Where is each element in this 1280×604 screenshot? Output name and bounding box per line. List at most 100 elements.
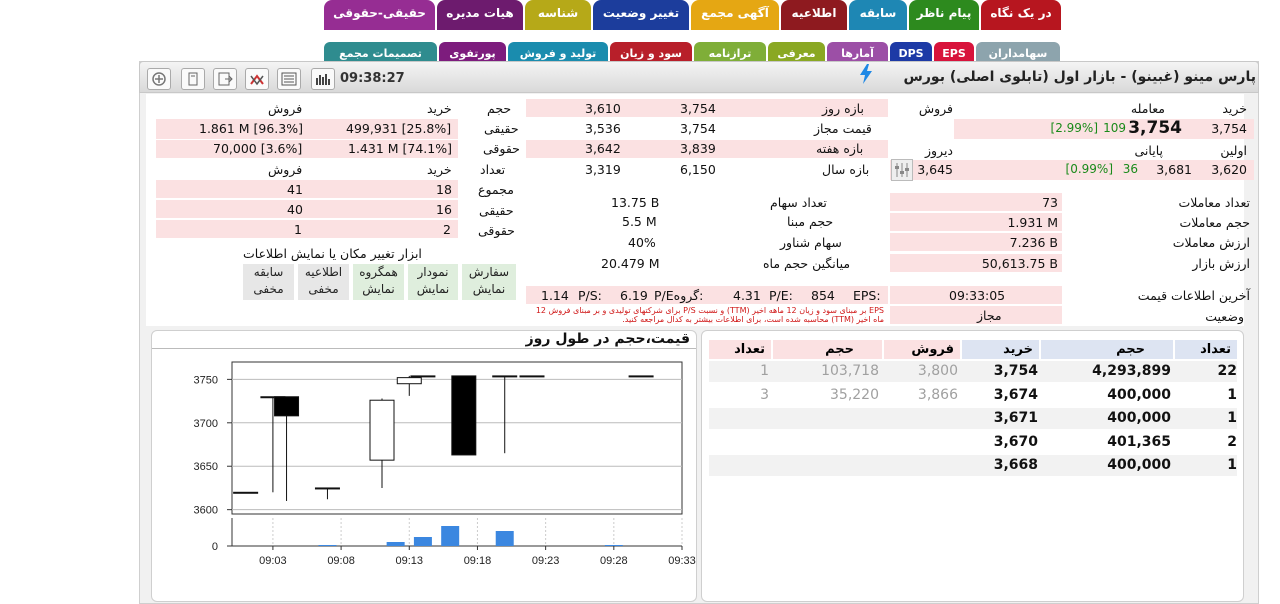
sell-header: فروش bbox=[268, 101, 303, 116]
stat-value: 1.931 M bbox=[1007, 215, 1058, 230]
share-label: سهام شناور bbox=[780, 235, 842, 250]
x-tick-label: 09:18 bbox=[464, 555, 492, 567]
count-row-buy: 16 bbox=[436, 202, 452, 217]
x-tick-label: 09:08 bbox=[327, 555, 355, 567]
price-volume-chart: 3600 3650 3700 3750 0 09:03 09:08 09:13 09:18 09:… bbox=[194, 361, 696, 567]
candle-body bbox=[314, 487, 340, 490]
tab-overview[interactable]: در یک نگاه bbox=[981, 0, 1061, 30]
ob-buy-count: 1 bbox=[1227, 386, 1237, 403]
state-value: مجاز bbox=[977, 308, 1002, 323]
stat-value: 7.236 B bbox=[1009, 235, 1058, 250]
trade-label: معامله bbox=[1130, 101, 1165, 116]
x-tick-label: 09:03 bbox=[259, 555, 287, 567]
tool-peers[interactable]: همگروه نمایش bbox=[353, 264, 404, 300]
legal-buy: 1.431 M [74.1%] bbox=[348, 141, 452, 156]
range-a: 3,754 bbox=[680, 101, 716, 116]
candle-body bbox=[628, 375, 654, 378]
ob-sell-volume: 103,718 bbox=[821, 363, 879, 379]
share-label: میانگین حجم ماه bbox=[763, 256, 851, 271]
volume-bar bbox=[441, 526, 460, 546]
ob-header-buy-price: خرید bbox=[962, 340, 1039, 359]
ob-header-sell-price: فروش bbox=[884, 340, 960, 359]
closing-label: پایانی bbox=[1134, 143, 1163, 158]
stat-label: ارزش معاملات bbox=[1172, 235, 1250, 250]
count-sell-header: فروش bbox=[268, 162, 303, 177]
real-label: حقیقی bbox=[484, 121, 519, 136]
range-b: 3,642 bbox=[585, 141, 621, 156]
candle-chart-icon[interactable] bbox=[311, 68, 335, 90]
add-icon[interactable] bbox=[147, 68, 171, 90]
slider-icon[interactable] bbox=[891, 159, 913, 181]
volume-bar bbox=[413, 537, 432, 546]
count-row-buy: 2 bbox=[443, 222, 451, 237]
eps-value: 854 bbox=[811, 288, 835, 303]
list-icon[interactable] bbox=[277, 68, 301, 90]
ob-buy-price: 3,674 bbox=[993, 386, 1038, 403]
count-row-label: مجموع bbox=[478, 182, 514, 197]
tab-history[interactable]: سابقه bbox=[849, 0, 907, 30]
document-icon[interactable] bbox=[181, 68, 205, 90]
volume-bar bbox=[386, 542, 405, 546]
range-label: بازه سال bbox=[822, 162, 870, 177]
yesterday-label: دیروز bbox=[924, 143, 953, 158]
range-a: 3,839 bbox=[680, 141, 716, 156]
tool-orders[interactable]: سفارش نمایش bbox=[462, 264, 516, 300]
share-value: 40% bbox=[628, 235, 656, 250]
ob-header-sell-volume: حجم bbox=[773, 340, 882, 359]
ob-sell-count: 1 bbox=[760, 363, 769, 379]
x-tick-label: 09:28 bbox=[600, 555, 628, 567]
tool-history[interactable]: سابقه مخفی bbox=[243, 264, 294, 300]
candle-body bbox=[410, 375, 436, 378]
legal-label: حقوقی bbox=[483, 141, 520, 156]
sell-label: فروش bbox=[918, 101, 953, 116]
count-row-buy: 18 bbox=[436, 182, 452, 197]
trade-price: 3,754 bbox=[1128, 118, 1182, 138]
ob-sell-price: 3,866 bbox=[917, 386, 958, 403]
ob-buy-price: 3,671 bbox=[993, 410, 1038, 426]
ob-buy-count: 1 bbox=[1227, 410, 1237, 426]
count-label: تعداد bbox=[480, 162, 506, 177]
tab-identity[interactable]: شناسه bbox=[525, 0, 591, 30]
ps-value: 1.14 bbox=[541, 288, 569, 303]
range-b: 3,319 bbox=[585, 162, 621, 177]
volume-bar bbox=[318, 545, 337, 546]
ob-header-sell-count: تعداد bbox=[709, 340, 771, 359]
share-value: 20.479 M bbox=[601, 256, 660, 271]
export-icon[interactable] bbox=[213, 68, 237, 90]
chart-title: قیمت،حجم در طول روز bbox=[525, 331, 690, 347]
ob-sell-volume: 35,220 bbox=[830, 386, 879, 403]
trade-pct: [2.99%] bbox=[1050, 121, 1098, 135]
ob-buy-volume: 4,293,899 bbox=[1092, 363, 1171, 379]
share-value: 13.75 B bbox=[611, 195, 660, 210]
tab-board[interactable]: هیات مدیره bbox=[437, 0, 523, 30]
ob-buy-count: 1 bbox=[1227, 457, 1237, 473]
first-label: اولین bbox=[1220, 143, 1247, 158]
tab-meeting-notice[interactable]: آگهی مجمع bbox=[691, 0, 779, 30]
group-pe-label: P/Eگروه: bbox=[654, 288, 704, 303]
volume-label: حجم bbox=[487, 101, 512, 116]
tab-supervisor-message[interactable]: پیام ناظر bbox=[909, 0, 979, 30]
tool-chart[interactable]: نمودار نمایش bbox=[408, 264, 458, 300]
ob-buy-price: 3,668 bbox=[993, 457, 1038, 473]
candle-body bbox=[233, 491, 259, 494]
ob-sell-count: 3 bbox=[760, 386, 769, 403]
trade-change: 109 bbox=[1103, 121, 1126, 135]
pe-label: P/E: bbox=[769, 288, 793, 303]
ob-header-count: تعداد bbox=[1175, 340, 1237, 359]
ob-buy-volume: 401,365 bbox=[1107, 433, 1171, 450]
ob-buy-volume: 400,000 bbox=[1107, 410, 1171, 426]
first-price: 3,620 bbox=[1211, 162, 1247, 177]
tab-real-legal[interactable]: حقیقی-حقوقی bbox=[324, 0, 435, 30]
ps-label: P/S: bbox=[578, 288, 602, 303]
candle-body bbox=[274, 396, 300, 417]
range-label: بازه هفته bbox=[816, 141, 864, 156]
tab-status-change[interactable]: تغییر وضعیت bbox=[593, 0, 689, 30]
count-row-sell: 40 bbox=[287, 202, 303, 217]
tool-announcement[interactable]: اطلاعیه مخفی bbox=[298, 264, 349, 300]
real-sell: 1.861 M [96.3%] bbox=[199, 121, 303, 136]
stat-value: 50,613.75 B bbox=[981, 256, 1058, 271]
buy-label: خرید bbox=[1222, 101, 1247, 116]
tools-icon[interactable] bbox=[245, 68, 269, 90]
pe-value: 4.31 bbox=[733, 288, 761, 303]
tab-announcement[interactable]: اطلاعیه bbox=[781, 0, 847, 30]
